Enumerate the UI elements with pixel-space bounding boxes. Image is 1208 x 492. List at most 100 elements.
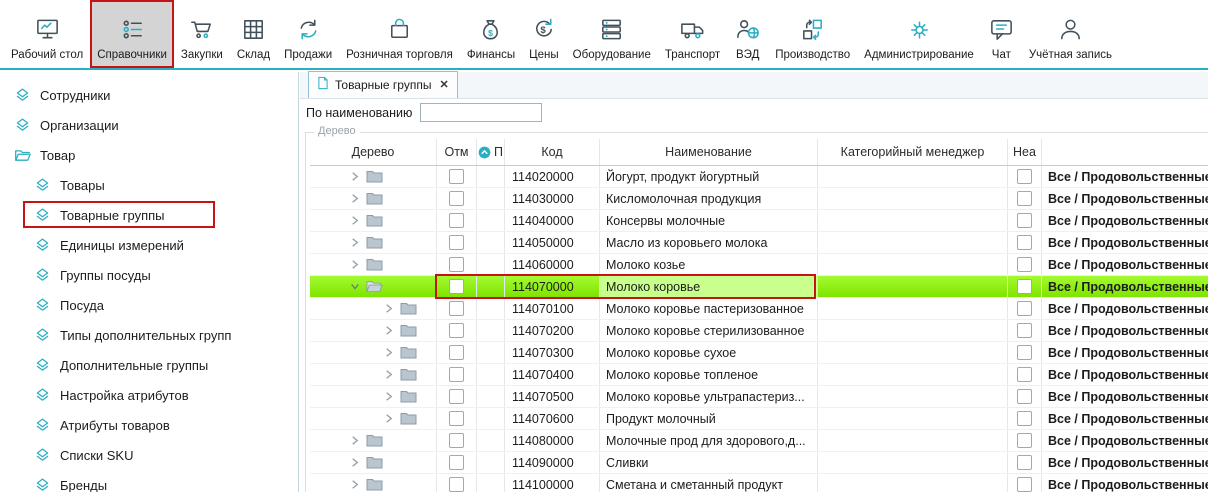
sidebar-item-products[interactable]: Товары [0,170,298,200]
row-checkbox[interactable] [449,389,464,404]
column-header-name[interactable]: Наименование [600,139,818,165]
chevron-right-icon[interactable] [384,347,395,358]
chevron-right-icon[interactable] [350,259,361,270]
sidebar-item-organizations[interactable]: Организации [0,110,298,140]
chevron-right-icon[interactable] [350,215,361,226]
table-row[interactable]: 114070600Продукт молочныйВсе / Продоволь… [310,408,1208,430]
table-row[interactable]: 114070100Молоко коровье пастеризованноеВ… [310,298,1208,320]
sidebar-item-attribute-settings[interactable]: Настройка атрибутов [0,380,298,410]
chevron-right-icon[interactable] [350,171,361,182]
row-checkbox[interactable] [449,367,464,382]
row-checkbox[interactable] [449,323,464,338]
toolbar-item-chat[interactable]: Чат [981,0,1022,68]
row-checkbox[interactable] [449,257,464,272]
toolbar-item-purchases[interactable]: Закупки [174,0,230,68]
inactive-checkbox[interactable] [1017,455,1032,470]
toolbar-item-administration[interactable]: Администрирование [857,0,981,68]
inactive-checkbox[interactable] [1017,389,1032,404]
row-checkbox[interactable] [449,455,464,470]
name-filter-input[interactable] [420,103,542,122]
toolbar-item-desktop[interactable]: Рабочий стол [4,0,90,68]
toolbar-item-sales[interactable]: Продажи [277,0,339,68]
row-checkbox[interactable] [449,477,464,492]
column-header-path[interactable] [1042,139,1208,165]
toolbar-item-production[interactable]: Производство [768,0,857,68]
tab-product-groups[interactable]: Товарные группы ✕ [308,71,458,98]
row-checkbox[interactable] [449,235,464,250]
chevron-right-icon[interactable] [384,325,395,336]
chevron-right-icon[interactable] [384,413,395,424]
chevron-down-icon[interactable] [350,281,361,292]
column-header-tree[interactable]: Дерево [310,139,437,165]
sidebar-item-employees[interactable]: Сотрудники [0,80,298,110]
table-row[interactable]: 114100000Сметана и сметанный продуктВсе … [310,474,1208,492]
chevron-right-icon[interactable] [384,303,395,314]
table-row[interactable]: 114020000Йогурт, продукт йогуртныйВсе / … [310,166,1208,188]
inactive-checkbox[interactable] [1017,345,1032,360]
inactive-checkbox[interactable] [1017,235,1032,250]
inactive-checkbox[interactable] [1017,477,1032,492]
table-row[interactable]: 114070400Молоко коровье топленоеВсе / Пр… [310,364,1208,386]
toolbar-item-equipment[interactable]: Оборудование [566,0,658,68]
sidebar-item-additional-group-types[interactable]: Типы дополнительных групп [0,320,298,350]
table-row[interactable]: 114050000Масло из коровьего молокаВсе / … [310,232,1208,254]
chevron-right-icon[interactable] [350,237,361,248]
toolbar-item-prices[interactable]: $Цены [522,0,566,68]
chevron-right-icon[interactable] [350,479,361,490]
table-row[interactable]: 114090000СливкиВсе / Продовольственные т… [310,452,1208,474]
table-row[interactable]: 114070200Молоко коровье стерилизованноеВ… [310,320,1208,342]
inactive-checkbox[interactable] [1017,367,1032,382]
toolbar-item-references[interactable]: Справочники [90,0,174,68]
sidebar-item-product-groups[interactable]: Товарные группы [0,200,298,230]
toolbar-item-finance[interactable]: $Финансы [460,0,522,68]
table-row[interactable]: 114070300Молоко коровье сухоеВсе / Продо… [310,342,1208,364]
toolbar-item-ved[interactable]: ВЭД [727,0,768,68]
inactive-checkbox[interactable] [1017,411,1032,426]
sidebar-item-dish-groups[interactable]: Группы посуды [0,260,298,290]
tab-close-icon[interactable]: ✕ [439,78,448,91]
row-checkbox[interactable] [449,345,464,360]
row-checkbox[interactable] [449,169,464,184]
table-row[interactable]: 114070500Молоко коровье ультрапастериз..… [310,386,1208,408]
table-row[interactable]: 114070000Молоко коровьеВсе / Продовольст… [310,276,1208,298]
inactive-checkbox[interactable] [1017,257,1032,272]
chevron-right-icon[interactable] [350,435,361,446]
chevron-right-icon[interactable] [384,369,395,380]
inactive-checkbox[interactable] [1017,433,1032,448]
chevron-right-icon[interactable] [350,193,361,204]
inactive-checkbox[interactable] [1017,323,1032,338]
row-checkbox[interactable] [449,433,464,448]
column-header-order[interactable]: П [477,139,505,165]
column-header-inactive[interactable]: Неа [1008,139,1042,165]
inactive-checkbox[interactable] [1017,191,1032,206]
row-checkbox[interactable] [449,279,464,294]
sidebar-item-additional-groups[interactable]: Дополнительные группы [0,350,298,380]
column-header-checked[interactable]: Отм [437,139,477,165]
toolbar-item-retail[interactable]: Розничная торговля [339,0,460,68]
toolbar-item-transport[interactable]: Транспорт [658,0,727,68]
row-checkbox[interactable] [449,301,464,316]
row-checkbox[interactable] [449,213,464,228]
row-checkbox[interactable] [449,191,464,206]
inactive-checkbox[interactable] [1017,213,1032,228]
table-row[interactable]: 114030000Кисломолочная продукцияВсе / Пр… [310,188,1208,210]
toolbar-item-warehouse[interactable]: Склад [230,0,277,68]
toolbar-item-account[interactable]: Учётная запись [1022,0,1119,68]
chevron-right-icon[interactable] [384,391,395,402]
sidebar-item-goods[interactable]: Товар [0,140,298,170]
sidebar-item-sku-lists[interactable]: Списки SKU [0,440,298,470]
column-header-manager[interactable]: Категорийный менеджер [818,139,1008,165]
chevron-right-icon[interactable] [350,457,361,468]
table-row[interactable]: 114040000Консервы молочныеВсе / Продовол… [310,210,1208,232]
table-row[interactable]: 114060000Молоко козьеВсе / Продовольстве… [310,254,1208,276]
sidebar-item-brands[interactable]: Бренды [0,470,298,492]
sidebar-item-dishes[interactable]: Посуда [0,290,298,320]
inactive-checkbox[interactable] [1017,301,1032,316]
column-header-code[interactable]: Код [505,139,600,165]
table-row[interactable]: 114080000Молочные прод для здорового,д..… [310,430,1208,452]
row-checkbox[interactable] [449,411,464,426]
inactive-checkbox[interactable] [1017,279,1032,294]
sidebar-item-measurement-units[interactable]: Единицы измерений [0,230,298,260]
sidebar-item-product-attributes[interactable]: Атрибуты товаров [0,410,298,440]
inactive-checkbox[interactable] [1017,169,1032,184]
